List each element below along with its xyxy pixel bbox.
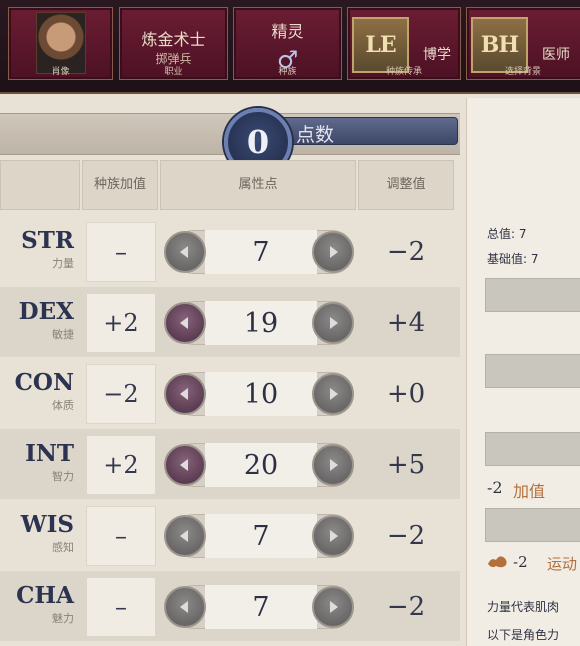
skill-value: -2 (513, 553, 528, 571)
base-value: 基础值: 7 (487, 252, 539, 266)
increase-button[interactable] (312, 444, 354, 486)
score-value: 19 (205, 301, 317, 345)
arrow-right-icon (330, 459, 338, 471)
tab-heritage-label: 种族传承 (385, 67, 422, 77)
modifier-value: −2 (386, 521, 426, 551)
arrow-right-icon (330, 246, 338, 258)
stat-abbr: DEX (18, 298, 74, 325)
increase-button[interactable] (312, 586, 354, 628)
stat-abbr: INT (25, 440, 74, 467)
decrease-button[interactable] (164, 586, 206, 628)
class-subtitle: 掷弹兵 (155, 52, 192, 66)
stat-column-header (0, 160, 80, 210)
tab-heritage[interactable]: LE 博学 种族传承 (347, 7, 461, 80)
score-value: 7 (205, 585, 317, 629)
modifier-value: −2 (386, 237, 426, 267)
detail-bar (485, 354, 580, 388)
tab-race[interactable]: 精灵 ♂ 种族 (233, 7, 342, 80)
arrow-right-icon (330, 530, 338, 542)
decrease-button[interactable] (164, 302, 206, 344)
arrow-right-icon (330, 601, 338, 613)
bonus-label: 加值 (513, 482, 546, 501)
racial-bonus-header: 种族加值 (82, 160, 158, 210)
bonus-value: -2 (487, 478, 503, 497)
stat-name: 力量 (52, 257, 74, 270)
increase-button[interactable] (312, 231, 354, 273)
heritage-trait: 博学 (423, 47, 451, 63)
background-trait: 医师 (542, 47, 570, 63)
arrow-left-icon (180, 317, 188, 329)
total-value: 总值: 7 (487, 227, 527, 241)
increase-button[interactable] (312, 302, 354, 344)
top-bar: 肖像 炼金术士 掷弹兵 职业 精灵 ♂ 种族 LE 博学 种族传承 BH 医师 … (0, 0, 580, 94)
arrow-left-icon (180, 601, 188, 613)
decrease-button[interactable] (164, 515, 206, 557)
tab-portrait-label: 肖像 (51, 67, 70, 77)
modifier-value: +0 (386, 379, 426, 409)
stat-name: 感知 (52, 541, 74, 554)
arrow-left-icon (180, 459, 188, 471)
racial-bonus-cell: – (86, 222, 156, 282)
points-label: 点数 (296, 124, 335, 146)
score-value: 10 (205, 372, 317, 416)
racial-bonus-cell: – (86, 506, 156, 566)
heritage-icon: LE (352, 17, 409, 73)
detail-bar (485, 278, 580, 312)
arrow-left-icon (180, 530, 188, 542)
race-title: 精灵 (271, 22, 304, 41)
modifier-value: −2 (386, 592, 426, 622)
stat-name: 敏捷 (52, 328, 74, 341)
stat-name: 体质 (52, 399, 74, 412)
flexed-arm-icon (488, 556, 507, 568)
tab-portrait[interactable]: 肖像 (8, 7, 113, 80)
racial-bonus-cell: – (86, 577, 156, 637)
arrow-right-icon (330, 317, 338, 329)
background-icon: BH (471, 17, 528, 73)
racial-bonus-cell: +2 (86, 293, 156, 353)
detail-bar (485, 508, 580, 542)
score-value: 20 (205, 443, 317, 487)
racial-bonus-cell: −2 (86, 364, 156, 424)
stat-abbr: CHA (16, 582, 74, 609)
arrow-left-icon (180, 388, 188, 400)
score-value: 7 (205, 230, 317, 274)
arrow-right-icon (330, 388, 338, 400)
stat-name: 智力 (52, 470, 74, 483)
detail-bar (485, 432, 580, 466)
description-line: 力量代表肌肉 (487, 600, 560, 614)
stat-detail-panel: 总值: 7 基础值: 7 -2 加值 -2 运动 力量代表肌肉 以下是角色力 (466, 98, 580, 646)
racial-bonus-cell: +2 (86, 435, 156, 495)
stat-abbr: STR (21, 227, 74, 254)
description-line: 以下是角色力 (487, 628, 560, 642)
modifier-header: 调整值 (358, 160, 454, 210)
tab-class[interactable]: 炼金术士 掷弹兵 职业 (119, 7, 228, 80)
arrow-left-icon (180, 246, 188, 258)
score-value: 7 (205, 514, 317, 558)
increase-button[interactable] (312, 515, 354, 557)
decrease-button[interactable] (164, 444, 206, 486)
class-title: 炼金术士 (141, 30, 206, 49)
modifier-value: +5 (386, 450, 426, 480)
stat-name: 魅力 (52, 612, 74, 625)
modifier-value: +4 (386, 308, 426, 338)
skill-label: 运动 (547, 555, 578, 573)
character-portrait (36, 12, 86, 74)
ability-score-header: 属性点 (160, 160, 356, 210)
tab-background-label: 选择背景 (504, 67, 541, 77)
tab-background[interactable]: BH 医师 选择背景 (466, 7, 580, 80)
decrease-button[interactable] (164, 231, 206, 273)
stat-abbr: WIS (20, 511, 74, 538)
tab-race-label: 种族 (278, 67, 297, 77)
tab-class-label: 职业 (164, 67, 183, 77)
increase-button[interactable] (312, 373, 354, 415)
decrease-button[interactable] (164, 373, 206, 415)
stat-abbr: CON (14, 369, 74, 396)
